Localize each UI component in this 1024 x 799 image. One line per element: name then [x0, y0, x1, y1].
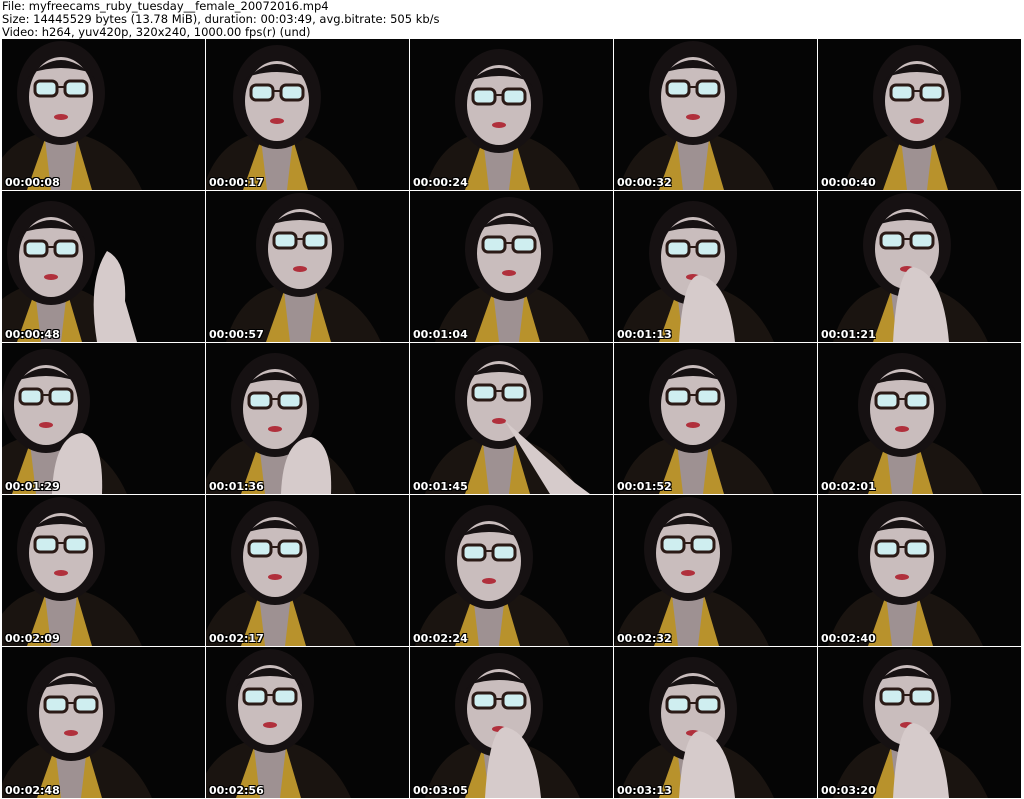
frame-timestamp: 00:01:45 [413, 480, 468, 493]
video-frame-thumbnail: 00:00:57 [206, 191, 409, 342]
frame-timestamp: 00:02:24 [413, 632, 468, 645]
video-frame-thumbnail: 00:02:32 [614, 495, 817, 646]
video-frame-thumbnail: 00:02:40 [818, 495, 1021, 646]
frame-image [425, 49, 580, 190]
video-frame-thumbnail: 00:01:45 [410, 343, 613, 494]
frame-image [619, 657, 774, 798]
frame-timestamp: 00:03:05 [413, 784, 468, 797]
frame-timestamp: 00:00:48 [5, 328, 60, 341]
frame-timestamp: 00:02:56 [209, 784, 264, 797]
frame-image [425, 345, 590, 494]
frame-image [206, 649, 351, 798]
frame-image [415, 505, 570, 646]
video-frame-thumbnail: 00:02:17 [206, 495, 409, 646]
video-frame-thumbnail: 00:02:01 [818, 343, 1021, 494]
frame-image [614, 497, 769, 646]
video-frame-thumbnail: 00:03:13 [614, 647, 817, 798]
frame-image [2, 657, 152, 798]
frame-timestamp: 00:00:40 [821, 176, 876, 189]
frame-timestamp: 00:02:17 [209, 632, 264, 645]
frame-image [833, 649, 988, 798]
video-frame-thumbnail: 00:01:29 [2, 343, 205, 494]
frame-image [828, 501, 983, 646]
frame-image [2, 497, 142, 646]
frame-timestamp: 00:02:32 [617, 632, 672, 645]
frame-timestamp: 00:01:52 [617, 480, 672, 493]
video-frame-thumbnail: 00:03:20 [818, 647, 1021, 798]
frame-timestamp: 00:01:29 [5, 480, 60, 493]
thumbnail-grid: 00:00:08 00:00:17 00:00:24 00:00:32 00:00:40… [0, 39, 1024, 799]
frame-timestamp: 00:01:36 [209, 480, 264, 493]
video-frame-thumbnail: 00:00:32 [614, 39, 817, 190]
frame-image [2, 41, 142, 190]
frame-timestamp: 00:00:57 [209, 328, 264, 341]
frame-image [619, 41, 774, 190]
video-frame-thumbnail: 00:00:48 [2, 191, 205, 342]
frame-image [833, 193, 988, 342]
frame-timestamp: 00:00:32 [617, 176, 672, 189]
frame-image [619, 349, 774, 494]
video-frame-thumbnail: 00:02:24 [410, 495, 613, 646]
video-frame-thumbnail: 00:03:05 [410, 647, 613, 798]
frame-timestamp: 00:03:13 [617, 784, 672, 797]
frame-image [435, 197, 590, 342]
frame-timestamp: 00:01:04 [413, 328, 468, 341]
frame-timestamp: 00:01:21 [821, 328, 876, 341]
frame-image [226, 193, 381, 342]
frame-image [206, 353, 356, 494]
frame-image [206, 501, 356, 646]
video-frame-thumbnail: 00:02:56 [206, 647, 409, 798]
frame-image [828, 353, 983, 494]
video-info-header: File: myfreecams_ruby_tuesday__female_20… [2, 0, 1012, 39]
frame-timestamp: 00:03:20 [821, 784, 876, 797]
video-frame-thumbnail: 00:00:40 [818, 39, 1021, 190]
frame-timestamp: 00:02:01 [821, 480, 876, 493]
frame-timestamp: 00:01:13 [617, 328, 672, 341]
video-frame-thumbnail: 00:02:09 [2, 495, 205, 646]
frame-timestamp: 00:00:17 [209, 176, 264, 189]
video-frame-thumbnail: 00:01:36 [206, 343, 409, 494]
frame-timestamp: 00:00:08 [5, 176, 60, 189]
frame-timestamp: 00:02:09 [5, 632, 60, 645]
video-codec-line: Video: h264, yuv420p, 320x240, 1000.00 f… [2, 25, 311, 39]
frame-image [619, 201, 774, 342]
video-frame-thumbnail: 00:00:24 [410, 39, 613, 190]
video-frame-thumbnail: 00:02:48 [2, 647, 205, 798]
frame-image [843, 45, 998, 190]
frame-image [425, 653, 580, 798]
frame-timestamp: 00:02:48 [5, 784, 60, 797]
frame-timestamp: 00:02:40 [821, 632, 876, 645]
video-frame-thumbnail: 00:00:17 [206, 39, 409, 190]
frame-timestamp: 00:00:24 [413, 176, 468, 189]
video-frame-thumbnail: 00:01:04 [410, 191, 613, 342]
frame-image [2, 201, 137, 342]
video-frame-thumbnail: 00:01:13 [614, 191, 817, 342]
frame-image [2, 349, 127, 494]
frame-image [206, 45, 358, 190]
video-frame-thumbnail: 00:01:52 [614, 343, 817, 494]
video-frame-thumbnail: 00:01:21 [818, 191, 1021, 342]
video-frame-thumbnail: 00:00:08 [2, 39, 205, 190]
